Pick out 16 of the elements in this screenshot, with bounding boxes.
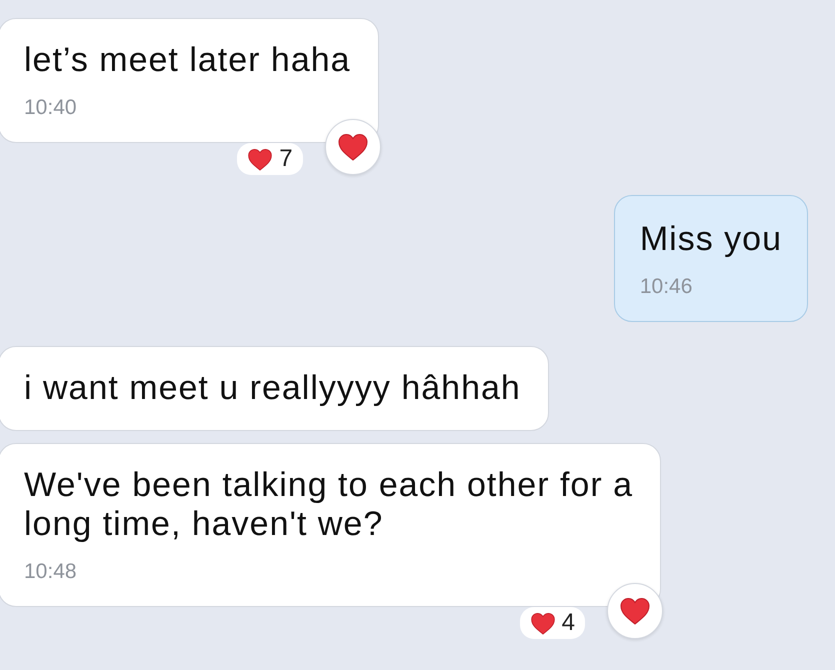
reaction-count[interactable]: 4 <box>520 607 585 639</box>
react-button[interactable] <box>607 583 663 639</box>
heart-icon <box>619 597 651 625</box>
heart-icon <box>247 148 274 170</box>
message-text: i want meet u reallyyyy hâhhah <box>24 369 521 408</box>
message-time: 10:48 <box>24 560 77 584</box>
message-text: We've been talking to each other for a <box>24 466 633 505</box>
react-button[interactable] <box>324 119 381 175</box>
reaction-count[interactable]: 7 <box>237 143 303 175</box>
heart-icon <box>336 133 369 161</box>
message-text: let’s meet later haha <box>24 41 351 80</box>
message-text: long time, haven't we? <box>24 505 384 544</box>
message-text: Miss you <box>640 220 782 259</box>
heart-icon <box>530 612 556 634</box>
message-time: 10:46 <box>640 275 692 299</box>
message-time: 10:40 <box>24 96 77 120</box>
